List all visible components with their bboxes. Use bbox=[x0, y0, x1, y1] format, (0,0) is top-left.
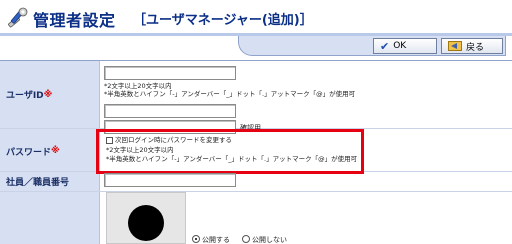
employee-number-input[interactable] bbox=[104, 173, 236, 187]
employee-number-row: 社員／職員番号 bbox=[0, 171, 512, 192]
tools-icon bbox=[8, 7, 28, 28]
user-id-input[interactable] bbox=[104, 66, 236, 80]
change-password-next-login-label: 次回ログイン時にパスワードを変更する bbox=[115, 136, 232, 144]
password-hint-chars: *半角英数とハイフン「-」アンダーバー「_」ドット「.」アットマーク「@」が使用… bbox=[106, 155, 358, 163]
page-subtitle: ［ユーザマネージャー(追加)］ bbox=[133, 13, 313, 28]
employee-number-label: 社員／職員番号 bbox=[6, 178, 70, 188]
photo-publish-radio[interactable] bbox=[192, 235, 200, 243]
password-input[interactable] bbox=[104, 104, 236, 118]
photo-private-label: 公開しない bbox=[252, 236, 287, 244]
photo-publish-label: 公開する bbox=[202, 236, 230, 244]
required-mark: ※ bbox=[51, 146, 60, 156]
employee-number-label-cell: 社員／職員番号 bbox=[0, 172, 100, 191]
back-button-label: 戻る bbox=[466, 42, 485, 53]
photo-private-radio[interactable] bbox=[242, 235, 250, 243]
ok-button[interactable]: ✔ OK bbox=[373, 38, 437, 54]
title-bar: 管理者設定 ［ユーザマネージャー(追加)］ bbox=[0, 0, 512, 36]
toolbar: ✔ OK 戻る bbox=[0, 36, 512, 56]
user-id-label: ユーザID bbox=[6, 91, 44, 101]
password-label-cell: パスワード ※ bbox=[0, 129, 100, 173]
profile-photo[interactable] bbox=[106, 192, 186, 244]
change-password-next-login-checkbox[interactable] bbox=[106, 137, 113, 144]
password-label: パスワード bbox=[6, 147, 52, 158]
ok-button-label: OK bbox=[393, 41, 407, 51]
back-arrow-icon bbox=[448, 41, 462, 51]
user-id-label-cell: ユーザID ※ bbox=[0, 61, 100, 128]
user-id-hint-chars: *半角英数とハイフン「-」アンダーバー「_」ドット「.」アットマーク「@」が使用… bbox=[104, 90, 356, 98]
photo-label-cell bbox=[0, 192, 100, 244]
back-button[interactable]: 戻る bbox=[441, 38, 503, 54]
page-title: 管理者設定 bbox=[33, 11, 116, 30]
required-mark: ※ bbox=[43, 89, 53, 100]
user-id-hint-length: *2文字以上20文字以内 bbox=[104, 82, 172, 90]
check-icon: ✔ bbox=[380, 39, 390, 53]
avatar-placeholder-icon bbox=[128, 205, 164, 241]
password-hint-length: *2文字以上20文字以内 bbox=[106, 146, 174, 154]
